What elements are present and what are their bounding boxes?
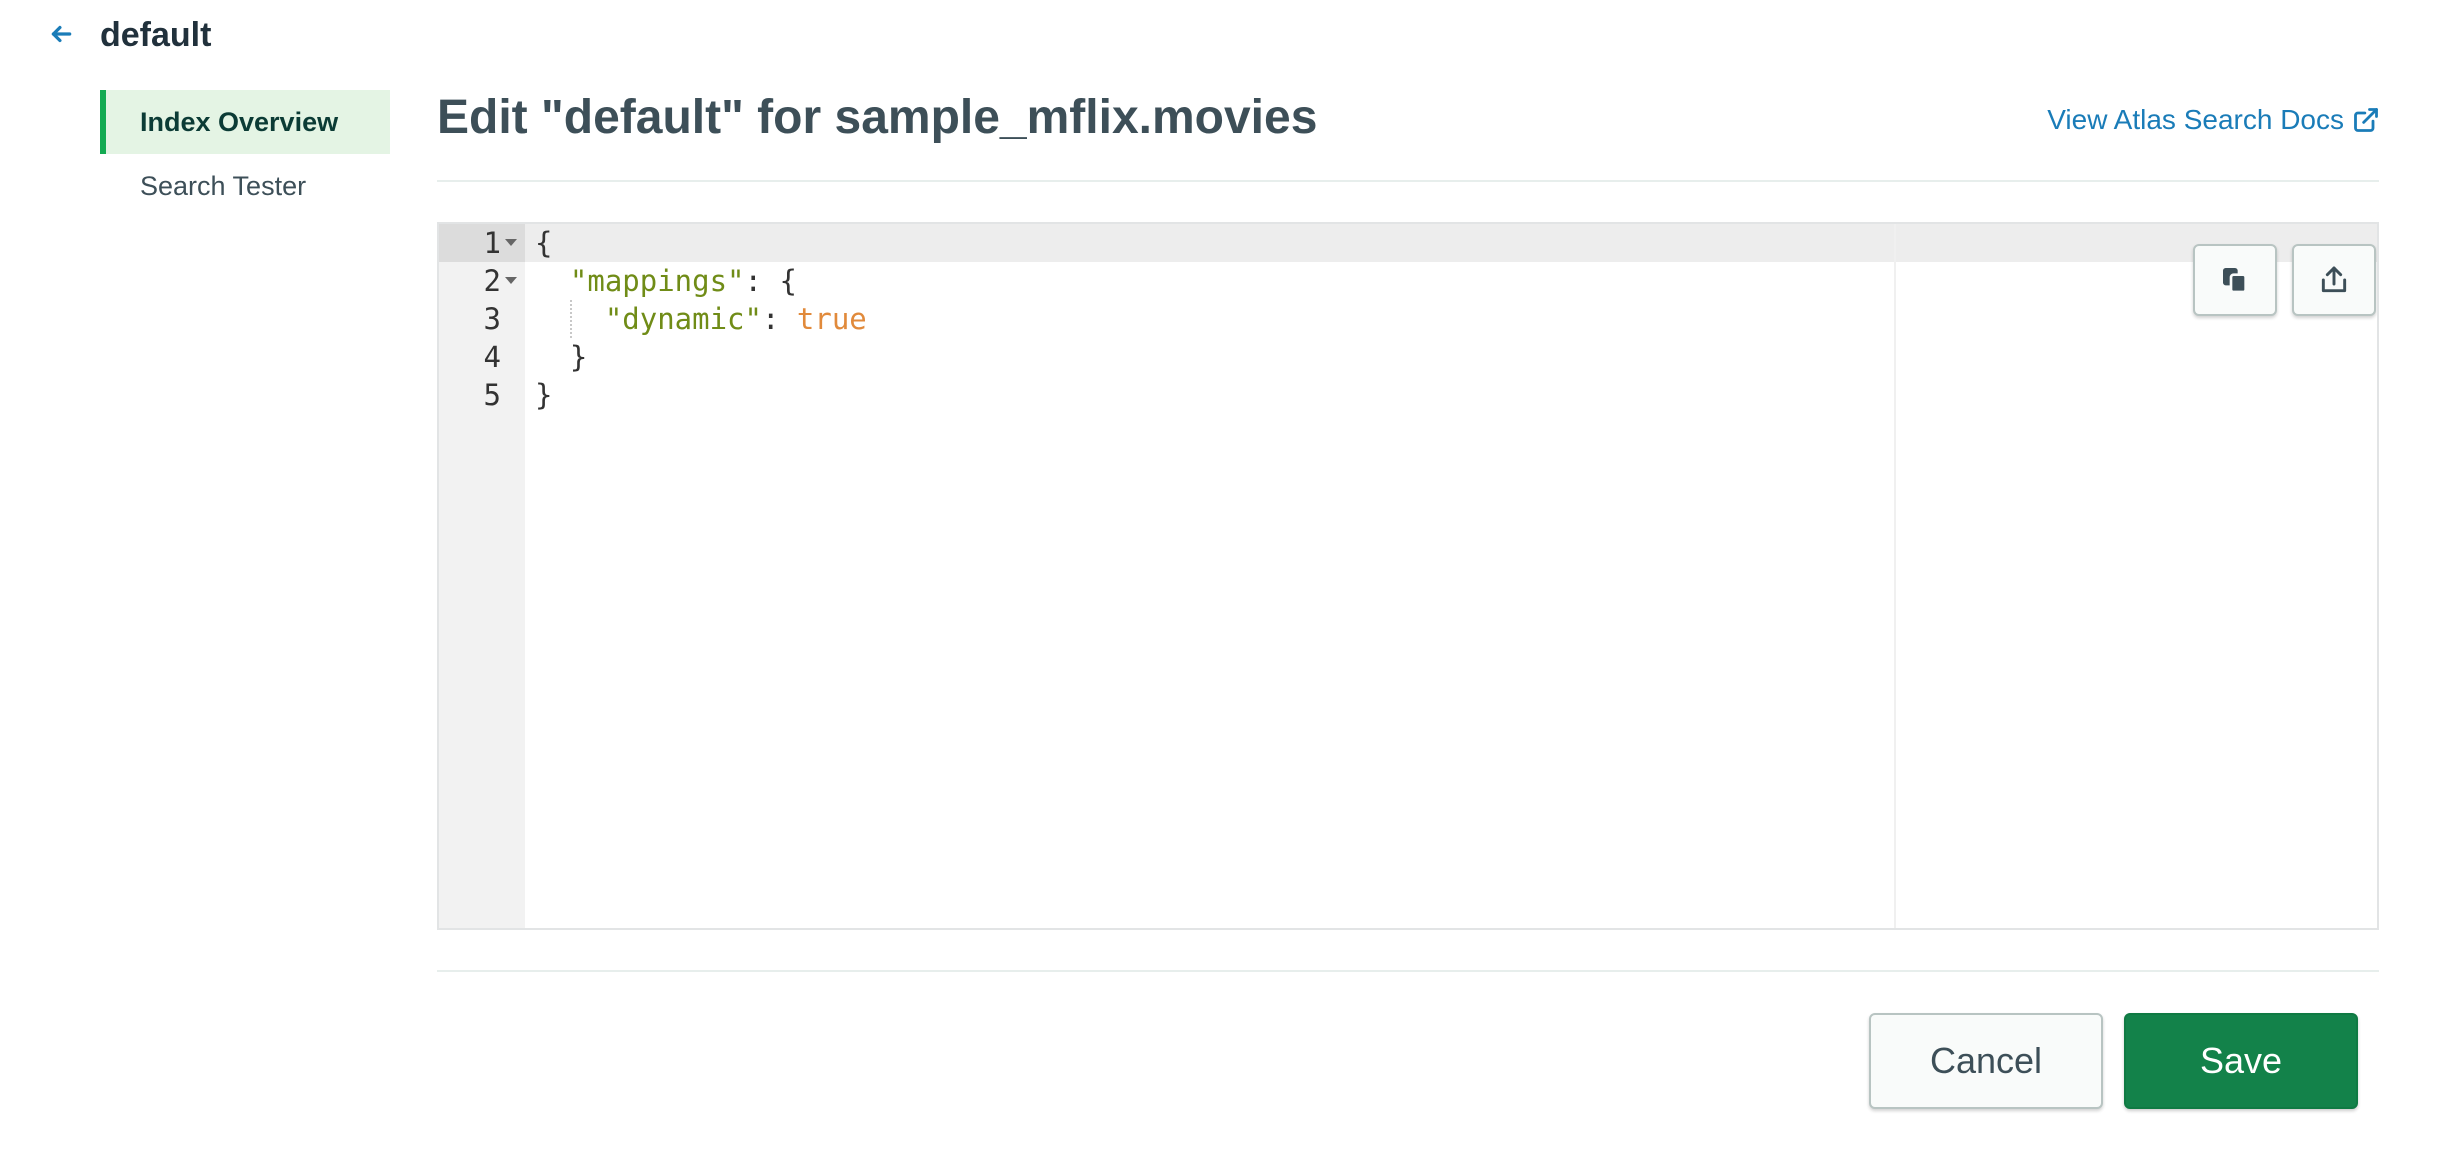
copy-icon <box>2223 268 2247 294</box>
cancel-button[interactable]: Cancel <box>1869 1013 2103 1109</box>
sidebar-nav: Index Overview Search Tester <box>100 90 390 218</box>
code-line[interactable]: 4 } <box>439 338 2377 376</box>
json-key: "mappings" <box>569 264 745 298</box>
json-punctuation <box>535 264 570 298</box>
line-number: 4 <box>483 340 501 374</box>
page-name: default <box>100 16 212 54</box>
fold-toggle-icon[interactable] <box>505 239 517 246</box>
line-number: 5 <box>483 378 501 412</box>
code-text: } <box>535 338 587 376</box>
json-key: "dynamic" <box>604 302 762 336</box>
code-text: { <box>535 224 552 262</box>
code-line[interactable]: 3 "dynamic": true <box>439 300 2377 338</box>
header-divider <box>437 180 2379 182</box>
arrow-left-icon <box>51 25 72 43</box>
export-icon <box>2321 266 2347 293</box>
json-punctuation: } <box>535 378 553 412</box>
json-editor[interactable]: 1{2 "mappings": {3 "dynamic": true 4 } 5} <box>437 222 2379 930</box>
top-header: default <box>0 0 2442 70</box>
docs-link-label: View Atlas Search Docs <box>2047 104 2344 135</box>
page-title: Edit "default" for sample_mflix.movies <box>437 91 1318 144</box>
json-value: true <box>796 302 867 336</box>
json-punctuation: : { <box>744 264 797 298</box>
fold-toggle-icon[interactable] <box>505 277 517 284</box>
code-text: "dynamic": true <box>535 300 867 338</box>
view-docs-link[interactable]: View Atlas Search Docs <box>2047 104 2380 136</box>
save-button[interactable]: Save <box>2124 1013 2358 1109</box>
code-text: "mappings": { <box>535 262 797 300</box>
code-text: } <box>535 376 552 414</box>
json-punctuation <box>535 302 605 336</box>
back-button[interactable] <box>44 14 78 54</box>
footer-divider <box>437 970 2379 972</box>
sidebar-item-label: Index Overview <box>140 106 339 137</box>
json-punctuation: { <box>535 226 553 260</box>
line-number: 2 <box>483 264 501 298</box>
external-link-icon <box>2354 108 2378 132</box>
copy-button[interactable] <box>2193 244 2277 316</box>
line-number: 3 <box>483 302 501 336</box>
sidebar-item-label: Search Tester <box>140 170 307 201</box>
line-number: 1 <box>483 226 501 260</box>
sidebar-item-search-tester[interactable]: Search Tester <box>100 154 390 218</box>
json-punctuation: } <box>535 340 588 374</box>
code-line[interactable]: 5} <box>439 376 2377 414</box>
code-line[interactable]: 1{ <box>439 224 2377 262</box>
json-punctuation: : <box>761 302 797 336</box>
sidebar-item-index-overview[interactable]: Index Overview <box>100 90 390 154</box>
code-line[interactable]: 2 "mappings": { <box>439 262 2377 300</box>
export-button[interactable] <box>2292 244 2376 316</box>
